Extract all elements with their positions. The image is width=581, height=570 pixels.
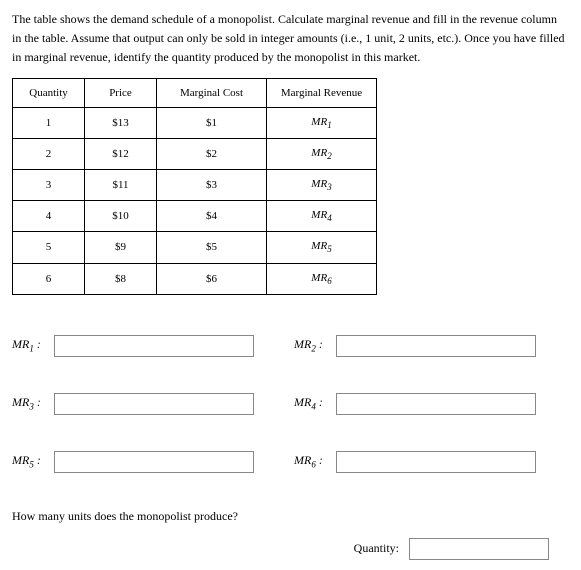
mr-input-grid: MR1 : MR2 : MR3 : MR4 : MR5 : MR6 : [12,335,569,473]
cell-mc: $3 [157,169,267,200]
mr-label-5: MR5 : [12,453,44,469]
mr-input-row: MR3 : MR4 : [12,393,569,415]
mr-input-3[interactable] [54,393,254,415]
table-header-row: Quantity Price Marginal Cost Marginal Re… [13,78,377,107]
table-row: 6$8$6MR6 [13,263,377,294]
cell-quantity: 6 [13,263,85,294]
mr-label-1: MR1 : [12,337,44,353]
mr-input-2[interactable] [336,335,536,357]
table-row: 4$10$4MR4 [13,201,377,232]
cell-quantity: 5 [13,232,85,263]
cell-price: $12 [85,138,157,169]
cell-mr: MR6 [267,263,377,294]
cell-quantity: 1 [13,107,85,138]
quantity-prompt: How many units does the monopolist produ… [12,509,569,524]
header-price: Price [85,78,157,107]
mr-label-3: MR3 : [12,395,44,411]
cell-quantity: 4 [13,201,85,232]
cell-quantity: 3 [13,169,85,200]
cell-price: $9 [85,232,157,263]
cell-price: $11 [85,169,157,200]
mr-input-6[interactable] [336,451,536,473]
mr-input-row: MR1 : MR2 : [12,335,569,357]
mr-input-1[interactable] [54,335,254,357]
mr-input-4[interactable] [336,393,536,415]
cell-mc: $6 [157,263,267,294]
mr-label-2: MR2 : [294,337,326,353]
header-mc: Marginal Cost [157,78,267,107]
cell-mc: $1 [157,107,267,138]
cell-price: $13 [85,107,157,138]
cell-mr: MR2 [267,138,377,169]
quantity-input[interactable] [409,538,549,560]
mr-input-5[interactable] [54,451,254,473]
cell-mr: MR1 [267,107,377,138]
table-row: 2$12$2MR2 [13,138,377,169]
cell-price: $8 [85,263,157,294]
cell-mr: MR5 [267,232,377,263]
cell-mc: $2 [157,138,267,169]
cell-mc: $4 [157,201,267,232]
table-row: 1$13$1MR1 [13,107,377,138]
table-row: 3$11$3MR3 [13,169,377,200]
intro-text: The table shows the demand schedule of a… [12,10,569,68]
quantity-question: How many units does the monopolist produ… [12,509,569,560]
cell-mc: $5 [157,232,267,263]
cell-quantity: 2 [13,138,85,169]
quantity-label: Quantity: [354,541,399,556]
header-mr: Marginal Revenue [267,78,377,107]
mr-input-row: MR5 : MR6 : [12,451,569,473]
table-row: 5$9$5MR5 [13,232,377,263]
cell-mr: MR3 [267,169,377,200]
mr-label-4: MR4 : [294,395,326,411]
demand-schedule-table: Quantity Price Marginal Cost Marginal Re… [12,78,377,295]
header-quantity: Quantity [13,78,85,107]
cell-price: $10 [85,201,157,232]
cell-mr: MR4 [267,201,377,232]
mr-label-6: MR6 : [294,453,326,469]
